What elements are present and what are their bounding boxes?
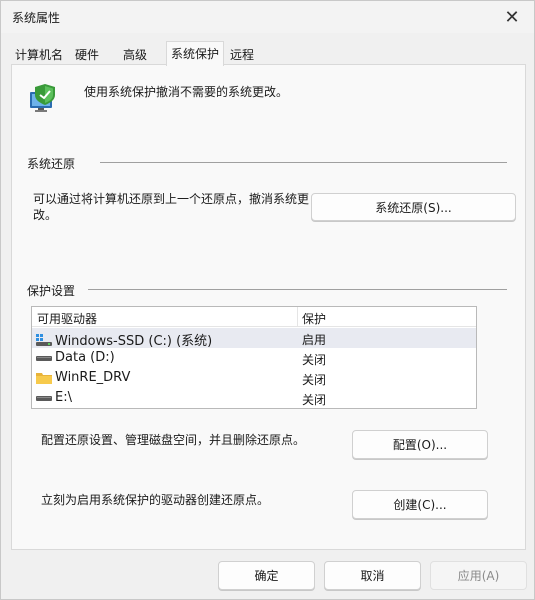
system-drive-icon [36, 333, 52, 346]
create-button[interactable]: 创建(C)... [352, 490, 488, 519]
drive-name: Data (D:) [55, 350, 115, 365]
system-properties-window: 系统属性 ✕ 计算机名 硬件 高级 系统保护 远程 使用系统保护撤消不需要的系统… [0, 0, 535, 600]
drive-status: 启用 [302, 333, 327, 347]
drive-name: WinRE_DRV [55, 370, 131, 385]
table-row[interactable]: E:\ 关闭 [32, 388, 476, 408]
configure-button[interactable]: 配置(O)... [352, 430, 488, 459]
drive-name-cell: Windows-SSD (C:) (系统) [36, 330, 212, 349]
column-header-drive[interactable]: 可用驱动器 [37, 310, 97, 327]
close-button[interactable]: ✕ [490, 1, 534, 33]
tab-strip: 计算机名 硬件 高级 系统保护 远程 [11, 41, 526, 66]
table-row[interactable]: WinRE_DRV 关闭 [32, 368, 476, 388]
tab-remote[interactable]: 远程 [226, 43, 258, 65]
table-row[interactable]: Windows-SSD (C:) (系统) 启用 [32, 328, 476, 349]
drive-name-cell: Data (D:) [36, 350, 115, 365]
drive-status: 关闭 [302, 393, 327, 407]
system-restore-group-label: 系统还原 [27, 157, 76, 171]
drive-name: E:\ [55, 390, 72, 405]
drive-name-cell: WinRE_DRV [36, 370, 130, 385]
tab-advanced[interactable]: 高级 [119, 43, 151, 65]
system-restore-description: 可以通过将计算机还原到上一个还原点，撤消系统更改。 [33, 192, 310, 222]
create-description: 立刻为启用系统保护的驱动器创建还原点。 [41, 493, 270, 507]
divider [88, 289, 507, 290]
system-protection-shield-icon [30, 84, 55, 112]
divider [100, 162, 507, 163]
cancel-button[interactable]: 取消 [324, 561, 421, 590]
system-restore-button[interactable]: 系统还原(S)... [311, 193, 516, 221]
table-header: 可用驱动器 保护 [32, 307, 476, 327]
drive-name-cell: E:\ [36, 390, 72, 405]
drive-name: Windows-SSD (C:) (系统) [55, 334, 213, 349]
window-title: 系统属性 [12, 11, 61, 25]
column-divider[interactable] [297, 307, 298, 327]
column-header-status[interactable]: 保护 [302, 310, 326, 327]
drive-icon [36, 355, 52, 361]
tab-hardware[interactable]: 硬件 [71, 43, 103, 65]
drive-icon [36, 395, 52, 401]
close-icon: ✕ [504, 6, 520, 28]
drive-status: 关闭 [302, 373, 327, 387]
apply-button[interactable]: 应用(A) [430, 561, 527, 590]
table-row[interactable]: Data (D:) 关闭 [32, 348, 476, 368]
configure-description: 配置还原设置、管理磁盘空间，并且删除还原点。 [41, 433, 306, 447]
protection-settings-group-label: 保护设置 [27, 284, 76, 298]
title-bar: 系统属性 ✕ [1, 1, 534, 33]
tab-computer-name[interactable]: 计算机名 [11, 43, 67, 65]
tab-system-protection[interactable]: 系统保护 [166, 41, 225, 66]
drive-status: 关闭 [302, 353, 327, 367]
intro-text: 使用系统保护撤消不需要的系统更改。 [84, 85, 289, 99]
drive-table[interactable]: 可用驱动器 保护 Windows-SSD (C:) (系统) 启用 Data (… [31, 306, 477, 409]
ok-button[interactable]: 确定 [218, 561, 315, 590]
folder-icon [36, 372, 52, 384]
system-protection-panel: 使用系统保护撤消不需要的系统更改。 系统还原 可以通过将计算机还原到上一个还原点… [11, 64, 526, 550]
